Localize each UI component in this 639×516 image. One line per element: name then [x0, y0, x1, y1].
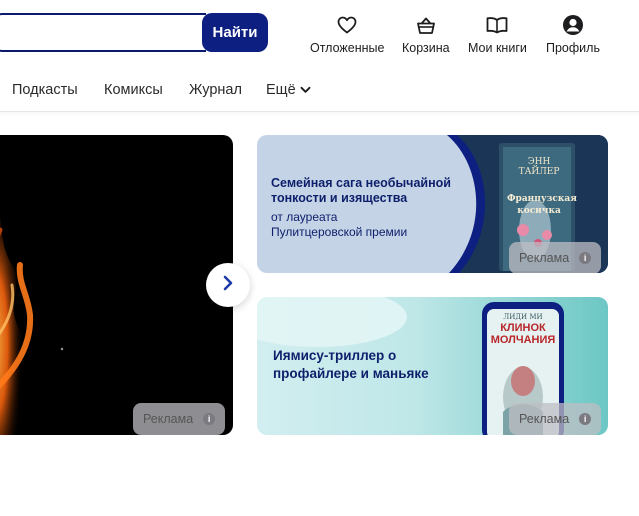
my-books-link[interactable]: Мои книги: [468, 13, 527, 55]
favorites-link[interactable]: Отложенные: [310, 13, 384, 55]
ad-label: Реклама: [143, 412, 194, 426]
book-1-title: Французская косичка: [507, 193, 577, 217]
banner-1-subtitle-line2: Пулитцеровской премии: [271, 225, 408, 239]
ad-badge[interactable]: Реклама i: [133, 403, 226, 435]
carousel-next-button[interactable]: [206, 263, 250, 307]
nav-item-podcasts[interactable]: Подкасты: [12, 82, 78, 98]
info-icon: i: [579, 413, 592, 425]
my-books-label: Мои книги: [468, 41, 527, 55]
search-button[interactable]: Найти: [202, 13, 268, 52]
banner-1-subtitle: от лауреата Пулитцеровской премии: [271, 210, 407, 240]
banner-1-subtitle-line1: от лауреата: [271, 210, 338, 224]
book-2-title-line2: МОЛЧАНИЯ: [490, 334, 556, 346]
cart-label: Корзина: [402, 41, 450, 55]
book-1-author: ЭНН ТАЙЛЕР: [518, 157, 560, 177]
nav-more-label: Ещё: [266, 82, 296, 98]
book-1-title-line1: Французская: [507, 194, 577, 204]
category-nav: Подкасты Комиксы Журнал Ещё: [0, 70, 639, 112]
info-icon: i: [203, 413, 216, 425]
favorites-label: Отложенные: [310, 41, 385, 55]
search-input[interactable]: [0, 13, 206, 52]
heart-icon: [335, 13, 359, 37]
ad-badge[interactable]: Реклама i: [509, 242, 602, 273]
promo-banner-2[interactable]: Иямису-триллер о профайлере и маньяке ЛИ…: [257, 297, 608, 435]
book-2-author: ЛИДИ МИ: [503, 313, 543, 321]
nav-item-journal[interactable]: Журнал: [189, 82, 242, 98]
ad-badge[interactable]: Реклама i: [509, 403, 602, 435]
info-icon: i: [579, 252, 592, 264]
book-icon: [485, 13, 509, 37]
ad-label: Реклама: [519, 251, 570, 265]
cart-link[interactable]: Корзина: [402, 13, 450, 55]
banner-2-title: Иямису-триллер о профайлере и маньяке: [273, 348, 429, 381]
chevron-right-icon: [222, 275, 234, 296]
flame-illustration: [0, 216, 64, 435]
profile-link[interactable]: Профиль: [546, 13, 600, 55]
ad-label: Реклама: [519, 412, 570, 426]
nav-item-comics[interactable]: Комиксы: [104, 82, 163, 98]
profile-icon: [561, 13, 585, 37]
profile-label: Профиль: [546, 41, 600, 55]
book-2-title: КЛИНОК МОЛЧАНИЯ: [487, 322, 559, 346]
banner-1-title: Семейная сага необычайной тонкости и изя…: [271, 176, 451, 205]
hero-banner[interactable]: Реклама i: [0, 135, 233, 435]
basket-icon: [414, 13, 438, 37]
book-2-title-line1: КЛИНОК: [500, 322, 546, 334]
chevron-down-icon: [300, 82, 311, 98]
nav-more-dropdown[interactable]: Ещё: [266, 82, 311, 98]
promo-banner-1[interactable]: Семейная сага необычайной тонкости и изя…: [257, 135, 608, 273]
book-1-title-line2: косичка: [517, 206, 561, 216]
